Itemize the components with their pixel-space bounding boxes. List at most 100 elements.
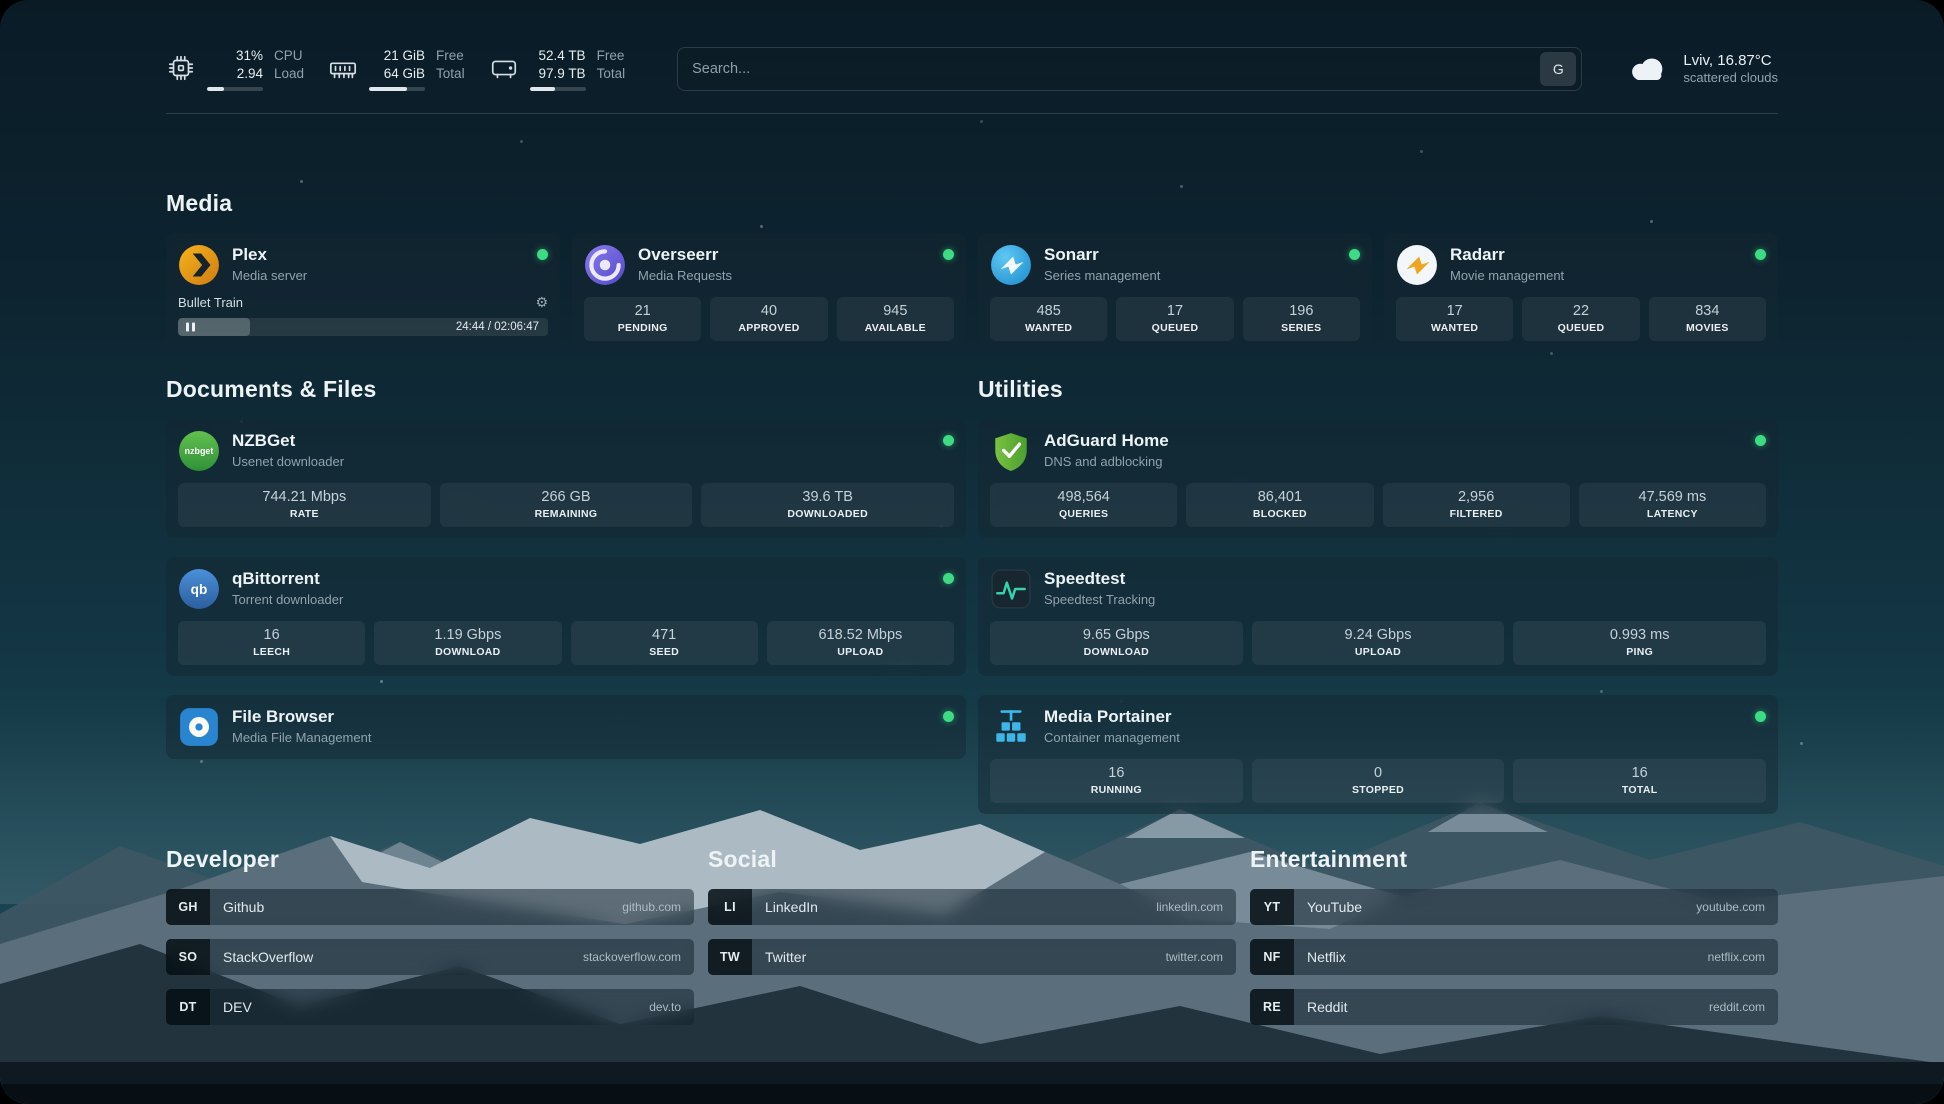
service-card-speedtest[interactable]: Speedtest Speedtest Tracking 9.65 Gbps D… [978, 557, 1778, 676]
bookmark-reddit[interactable]: RE Reddit reddit.com [1250, 989, 1778, 1025]
service-subtitle: Media server [232, 268, 307, 283]
status-dot [943, 711, 954, 722]
plex-now-playing: Bullet Train ⚙ 24:44 / 02:06:47 [178, 295, 548, 336]
stat-upload: 9.24 Gbps UPLOAD [1252, 621, 1505, 665]
stat-remaining: 266 GB REMAINING [440, 483, 693, 527]
stat-running: 16 RUNNING [990, 759, 1243, 803]
bookmark-url: netflix.com [1708, 950, 1765, 964]
bookmark-linkedin[interactable]: LI LinkedIn linkedin.com [708, 889, 1236, 925]
bookmark-name: DEV [223, 999, 252, 1015]
sonarr-icon [990, 244, 1032, 286]
service-name: Radarr [1450, 245, 1564, 265]
service-subtitle: Media Requests [638, 268, 732, 283]
service-subtitle: Media File Management [232, 730, 371, 745]
memory-free-label: Free [436, 47, 465, 65]
plex-icon [178, 244, 220, 286]
bookmark-url: twitter.com [1166, 950, 1223, 964]
section-title-media: Media [166, 190, 1778, 217]
pause-icon[interactable] [186, 323, 195, 332]
disk-total-label: Total [597, 65, 626, 83]
service-card-sonarr[interactable]: Sonarr Series management 485 WANTED 17 Q… [978, 233, 1372, 352]
search-provider-button[interactable]: G [1540, 52, 1576, 86]
qbittorrent-icon: qb [178, 568, 220, 610]
status-dot [1349, 249, 1360, 260]
speedtest-icon [990, 568, 1032, 610]
service-subtitle: Speedtest Tracking [1044, 592, 1155, 607]
cloud-icon [1624, 53, 1670, 85]
bookmarks-social: Social LI LinkedIn linkedin.com TW Twitt… [708, 846, 1236, 1025]
service-name: Speedtest [1044, 569, 1155, 589]
service-card-nzbget[interactable]: nzbget NZBGet Usenet downloader 74 [166, 419, 966, 538]
stat-queries: 498,564 QUERIES [990, 483, 1177, 527]
stat-download: 9.65 Gbps DOWNLOAD [990, 621, 1243, 665]
memory-widget: 21 GiB 64 GiB Free Total [328, 47, 465, 91]
bookmark-abbr: TW [708, 939, 752, 975]
section-documents: Documents & Files nzbget [166, 376, 966, 759]
service-card-plex[interactable]: Plex Media server Bullet Train ⚙ [166, 233, 560, 352]
status-dot [537, 249, 548, 260]
service-card-qbittorrent[interactable]: qb qBittorrent Torrent downloader [166, 557, 966, 676]
bookmark-abbr: NF [1250, 939, 1294, 975]
service-subtitle: DNS and adblocking [1044, 454, 1169, 469]
status-dot [943, 435, 954, 446]
status-dot [1755, 249, 1766, 260]
section-title-entertainment: Entertainment [1250, 846, 1778, 873]
search-bar[interactable]: G [677, 47, 1582, 91]
stat-movies: 834 MOVIES [1649, 297, 1766, 341]
service-card-adguard[interactable]: AdGuard Home DNS and adblocking 498,564 … [978, 419, 1778, 538]
stat-ping: 0.993 ms PING [1513, 621, 1766, 665]
search-input[interactable] [692, 61, 1540, 77]
disk-total-value: 97.9 TB [539, 65, 586, 83]
service-subtitle: Usenet downloader [232, 454, 344, 469]
bookmark-name: Github [223, 899, 264, 915]
cpu-load-label: Load [274, 65, 304, 83]
bookmark-github[interactable]: GH Github github.com [166, 889, 694, 925]
cpu-label: CPU [274, 47, 304, 65]
bookmark-url: youtube.com [1696, 900, 1765, 914]
service-card-portainer[interactable]: Media Portainer Container management 16 … [978, 695, 1778, 814]
cpu-icon [166, 53, 196, 83]
bookmark-netflix[interactable]: NF Netflix netflix.com [1250, 939, 1778, 975]
section-title-social: Social [708, 846, 1236, 873]
stat-available: 945 AVAILABLE [837, 297, 954, 341]
stat-downloaded: 39.6 TB DOWNLOADED [701, 483, 954, 527]
bookmark-dev[interactable]: DT DEV dev.to [166, 989, 694, 1025]
service-card-filebrowser[interactable]: File Browser Media File Management [166, 695, 966, 759]
cpu-progress-bar [207, 87, 263, 91]
disk-free-label: Free [597, 47, 626, 65]
now-playing-title: Bullet Train [178, 295, 243, 310]
service-subtitle: Torrent downloader [232, 592, 343, 607]
weather-widget: Lviv, 16.87°C scattered clouds [1624, 51, 1778, 87]
service-name: Overseerr [638, 245, 732, 265]
bookmark-twitter[interactable]: TW Twitter twitter.com [708, 939, 1236, 975]
service-name: Sonarr [1044, 245, 1160, 265]
stat-upload: 618.52 Mbps UPLOAD [767, 621, 954, 665]
dashboard-screen: 31% 2.94 CPU Load 2 [0, 0, 1944, 1104]
stat-queued: 22 QUEUED [1522, 297, 1639, 341]
bookmark-abbr: YT [1250, 889, 1294, 925]
disk-progress-bar [530, 87, 586, 91]
bookmark-abbr: DT [166, 989, 210, 1025]
stat-stopped: 0 STOPPED [1252, 759, 1505, 803]
bookmark-url: linkedin.com [1156, 900, 1223, 914]
service-card-overseerr[interactable]: Overseerr Media Requests 21 PENDING 40 A… [572, 233, 966, 352]
service-subtitle: Series management [1044, 268, 1160, 283]
status-dot [943, 573, 954, 584]
stat-queued: 17 QUEUED [1116, 297, 1233, 341]
bookmarks-developer: Developer GH Github github.com SO StackO… [166, 846, 694, 1025]
disk-icon [489, 53, 519, 83]
memory-total-value: 64 GiB [384, 65, 425, 83]
service-name: File Browser [232, 707, 371, 727]
stat-seed: 471 SEED [571, 621, 758, 665]
service-card-radarr[interactable]: Radarr Movie management 17 WANTED 22 QUE… [1384, 233, 1778, 352]
bookmark-abbr: RE [1250, 989, 1294, 1025]
settings-gear-icon[interactable]: ⚙ [535, 296, 548, 310]
ram-icon [328, 53, 358, 83]
bookmark-url: reddit.com [1709, 1000, 1765, 1014]
overseerr-icon [584, 244, 626, 286]
bookmark-youtube[interactable]: YT YouTube youtube.com [1250, 889, 1778, 925]
bookmark-stackoverflow[interactable]: SO StackOverflow stackoverflow.com [166, 939, 694, 975]
service-name: NZBGet [232, 431, 344, 451]
memory-progress-bar [369, 87, 425, 91]
weather-condition: scattered clouds [1683, 70, 1778, 87]
